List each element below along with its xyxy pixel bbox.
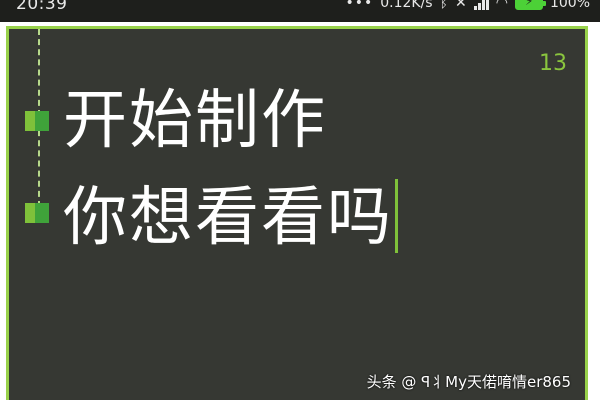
bluetooth-icon: ᛒ bbox=[439, 0, 449, 11]
battery-charging-icon: ⚡ bbox=[514, 0, 546, 10]
status-time: 20:39 bbox=[16, 0, 68, 14]
more-dots-icon: ••• bbox=[345, 0, 374, 11]
line-2-text: 你想看看吗 bbox=[63, 181, 393, 255]
editor-text-line-1[interactable]: 开始制作 bbox=[63, 85, 327, 157]
wifi-icon: ◠ bbox=[495, 0, 508, 11]
status-bar: 20:39 ••• 0.12K/s ᛒ ✕ ◠ ⚡ 100% bbox=[0, 0, 600, 22]
line-count: 13 bbox=[539, 51, 567, 76]
mute-icon: ✕ bbox=[455, 0, 467, 11]
text-cursor bbox=[395, 179, 398, 253]
phone-screen: 20:39 ••• 0.12K/s ᛒ ✕ ◠ ⚡ 100% 13 开始制作 你… bbox=[0, 0, 600, 400]
watermark: 头条 @ ꟼ丬My天偌唷情er865 bbox=[366, 373, 571, 391]
editor-text-line-2[interactable]: 你想看看吗 bbox=[63, 179, 398, 254]
network-speed: 0.12K/s bbox=[380, 0, 433, 11]
battery-percent: 100% bbox=[549, 0, 590, 11]
signal-icon bbox=[473, 0, 489, 10]
line-marker-1[interactable] bbox=[25, 111, 49, 131]
status-icons: ••• 0.12K/s ᛒ ✕ ◠ ⚡ 100% bbox=[345, 0, 590, 11]
line-marker-2[interactable] bbox=[25, 203, 49, 223]
text-editor-panel[interactable]: 13 开始制作 你想看看吗 头条 @ ꟼ丬My天偌唷情er865 bbox=[6, 26, 588, 400]
line-1-text: 开始制作 bbox=[63, 84, 327, 158]
